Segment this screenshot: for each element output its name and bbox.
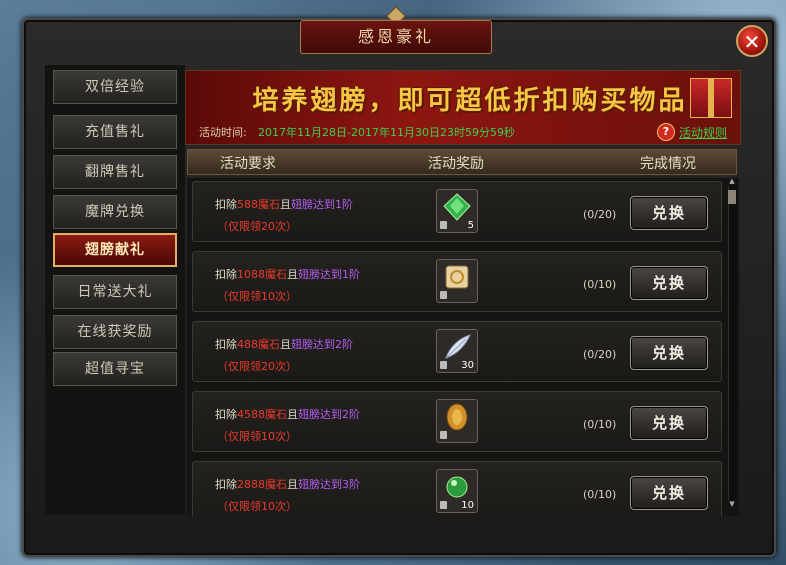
limit-text: （仅限领10次） (217, 500, 297, 513)
scrollbar-thumb[interactable] (728, 190, 736, 204)
event-rules-link[interactable]: 活动规则 (679, 124, 727, 141)
lock-icon (440, 431, 447, 439)
close-button[interactable]: ✕ (736, 25, 768, 57)
lock-icon (440, 501, 447, 509)
reward-list: 扣除588魔石且翅膀达到1阶 （仅限领20次） 5 (0/20) 兑换 扣除10… (187, 178, 739, 516)
limit-text: （仅限领10次） (217, 290, 297, 303)
reward-row: 扣除488魔石且翅膀达到2阶 （仅限领20次） 30 (0/20) 兑换 (192, 321, 722, 382)
reward-item-slot[interactable]: 5 (436, 189, 478, 233)
item-count: 30 (461, 360, 474, 371)
sidebar: 双倍经验 充值售礼 翻牌售礼 魔牌兑换 翅膀献礼 日常送大礼 在线获奖励 超值寻… (45, 65, 185, 515)
limit-text: （仅限领20次） (217, 220, 297, 233)
scrollbar-track[interactable] (728, 185, 737, 500)
green-orb-icon (446, 476, 468, 498)
reward-item-slot[interactable] (436, 259, 478, 303)
reward-row: 扣除1088魔石且翅膀达到1阶 （仅限领10次） (0/10) 兑换 (192, 251, 722, 312)
exchange-button[interactable]: 兑换 (630, 196, 708, 230)
limit-text: （仅限领20次） (217, 360, 297, 373)
lock-icon (440, 361, 447, 369)
banner-title: 培养翅膀，即可超低折扣购买物品 (252, 86, 688, 116)
requirement-text: 扣除1088魔石且翅膀达到1阶 (215, 268, 360, 281)
help-icon[interactable]: ? (657, 123, 675, 141)
lock-icon (440, 291, 447, 299)
gold-coin-icon (446, 403, 468, 431)
sidebar-item-double-exp[interactable]: 双倍经验 (53, 70, 177, 104)
requirement-text: 扣除588魔石且翅膀达到1阶 (215, 198, 353, 211)
progress-text: (0/20) (583, 348, 617, 361)
progress-text: (0/10) (583, 278, 617, 291)
scroll-icon (445, 265, 469, 289)
sidebar-item-online-reward[interactable]: 在线获奖励 (53, 315, 177, 349)
reward-row: 扣除588魔石且翅膀达到1阶 （仅限领20次） 5 (0/20) 兑换 (192, 181, 722, 242)
exchange-button[interactable]: 兑换 (630, 336, 708, 370)
sidebar-item-magic-card-exchange[interactable]: 魔牌兑换 (53, 195, 177, 229)
progress-text: (0/20) (583, 208, 617, 221)
requirement-text: 扣除488魔石且翅膀达到2阶 (215, 338, 353, 351)
green-gem-icon (443, 193, 471, 221)
progress-text: (0/10) (583, 418, 617, 431)
reward-row: 扣除2888魔石且翅膀达到3阶 （仅限领10次） 10 (0/10) 兑换 (192, 461, 722, 516)
lock-icon (440, 221, 447, 229)
header-reward: 活动奖励 (428, 156, 484, 172)
requirement-text: 扣除4588魔石且翅膀达到2阶 (215, 408, 360, 421)
table-header: 活动要求 活动奖励 完成情况 (187, 149, 737, 175)
sidebar-item-treasure-hunt[interactable]: 超值寻宝 (53, 352, 177, 386)
exchange-button[interactable]: 兑换 (630, 266, 708, 300)
feather-icon (445, 334, 471, 359)
reward-item-slot[interactable] (436, 399, 478, 443)
sidebar-item-flip-card-gift[interactable]: 翻牌售礼 (53, 155, 177, 189)
event-time-label: 活动时间: (199, 126, 247, 139)
header-requirement: 活动要求 (220, 156, 276, 172)
header-status: 完成情况 (640, 156, 696, 172)
exchange-button[interactable]: 兑换 (630, 406, 708, 440)
reward-item-slot[interactable]: 30 (436, 329, 478, 373)
reward-row: 扣除4588魔石且翅膀达到2阶 （仅限领10次） (0/10) 兑换 (192, 391, 722, 452)
reward-item-slot[interactable]: 10 (436, 469, 478, 513)
item-count: 5 (467, 220, 474, 231)
exchange-button[interactable]: 兑换 (630, 476, 708, 510)
scroll-down-arrow-icon[interactable]: ▼ (728, 501, 736, 508)
event-time-value: 2017年11月28日-2017年11月30日23时59分59秒 (258, 126, 515, 139)
item-count: 10 (461, 500, 474, 511)
progress-text: (0/10) (583, 488, 617, 501)
requirement-text: 扣除2888魔石且翅膀达到3阶 (215, 478, 360, 491)
scroll-up-arrow-icon[interactable]: ▲ (728, 178, 736, 185)
limit-text: （仅限领10次） (217, 430, 297, 443)
window-title: 感恩豪礼 (300, 20, 492, 54)
sidebar-item-daily-gift[interactable]: 日常送大礼 (53, 275, 177, 309)
sidebar-item-wing-gift[interactable]: 翅膀献礼 (53, 233, 177, 267)
sidebar-item-recharge-gift[interactable]: 充值售礼 (53, 115, 177, 149)
